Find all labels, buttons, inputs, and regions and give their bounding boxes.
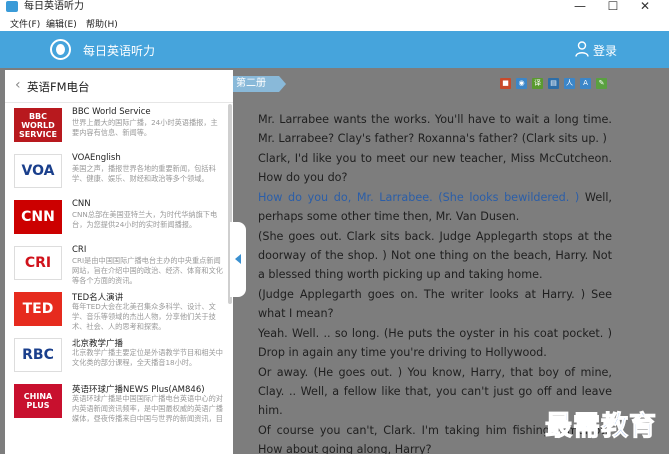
station-name: CRI <box>72 245 87 255</box>
station-description: CRI是由中国国际广播电台主办的中央重点新闻网站，旨在介绍中国的政治、经济、体育… <box>72 256 223 285</box>
title-bar: 每日英语听力 — ☐ ✕ <box>0 0 669 14</box>
close-button[interactable]: ✕ <box>633 0 657 14</box>
paragraph-text: Mr. Larrabee wants the works. You'll hav… <box>258 113 612 145</box>
paragraph-text: (She goes out. Clark sits back. Judge Ap… <box>258 230 612 281</box>
menu-file[interactable]: 文件(F) <box>10 17 40 30</box>
paragraph-text: Clark, I'd like you to meet our new teac… <box>258 152 612 184</box>
chapter-tab[interactable]: 第二册 <box>228 76 286 92</box>
paragraph-text: Yeah. Well. .. so long. (He puts the oys… <box>258 327 612 359</box>
reading-paragraph[interactable]: (She goes out. Clark sits back. Judge Ap… <box>258 227 612 284</box>
station-item[interactable]: VOA VOAEnglish 美国之声，播报世界各地的重要新闻，包括科学、健康、娱乐… <box>5 150 227 196</box>
fm-station-panel: ‹ 英语FM电台 BBC WORLD SERVICE BBC World Serv… <box>5 70 233 454</box>
station-item[interactable]: CHINA PLUS 英语环球广播NEWS Plus(AM846) 英语环球广播是中… <box>5 380 227 426</box>
translate-icon[interactable]: 译 <box>532 78 543 89</box>
station-name: BBC World Service <box>72 107 151 117</box>
station-description: 美国之声，播报世界各地的重要新闻，包括科学、健康、娱乐、财经和政治等多个领域。 <box>72 164 216 183</box>
station-item[interactable]: TED TED名人演讲 每年TED大会在北美召集众多科学、设计、文学、音乐等领域的杰… <box>5 288 227 334</box>
station-logo: CRI <box>14 246 62 280</box>
back-chevron-icon[interactable]: ‹ <box>15 77 21 93</box>
station-logo: CNN <box>14 200 62 234</box>
user-icon[interactable] <box>575 41 589 57</box>
watermark: 最需教育 <box>545 411 657 443</box>
minimize-button[interactable]: — <box>568 0 592 14</box>
film-icon[interactable]: ■ <box>500 78 511 89</box>
reading-paragraph[interactable]: How do you do, Mr. Larrabee. (She looks … <box>258 188 612 226</box>
station-description: 世界上最大的国际广播，24小时英语播报，主要内容有信息、新闻等。 <box>72 118 218 137</box>
reading-paragraph[interactable]: Yeah. Well. .. so long. (He puts the oys… <box>258 324 612 362</box>
station-name: VOAEnglish <box>72 153 121 163</box>
station-description: 北京教学广播主要定位是外语教学节目和相关中文化类的部分课程，全天播音18小时。 <box>72 348 223 367</box>
station-item[interactable]: RBC 北京教学广播 北京教学广播主要定位是外语教学节目和相关中文化类的部分课程，全… <box>5 334 227 380</box>
station-logo: BBC WORLD SERVICE <box>14 108 62 142</box>
collapse-panel-handle[interactable] <box>230 222 246 297</box>
station-description: 每年TED大会在北美召集众多科学、设计、文学、音乐等领域的杰出人物，分享他们关于… <box>72 302 216 331</box>
highlighted-sentence[interactable]: How do you do, Mr. Larrabee. (She looks … <box>258 191 579 204</box>
text-icon[interactable]: A <box>580 78 591 89</box>
app-icon <box>6 1 18 12</box>
menu-help[interactable]: 帮助(H) <box>86 17 118 30</box>
station-logo: CHINA PLUS <box>14 384 62 418</box>
station-logo: RBC <box>14 338 62 372</box>
maximize-button[interactable]: ☐ <box>601 0 625 14</box>
panel-header: ‹ 英语FM电台 <box>5 70 233 103</box>
station-item[interactable]: CNN CNN CNN总部在美国亚特兰大，为时代华纳旗下电台，为您提供24小时的实时… <box>5 196 227 242</box>
reading-text: Mr. Larrabee wants the works. You'll hav… <box>258 110 612 454</box>
station-logo: TED <box>14 292 62 326</box>
app-logo-icon <box>50 39 71 60</box>
station-item[interactable]: CRI CRI CRI是由中国国际广播电台主办的中央重点新闻网站，旨在介绍中国的政治… <box>5 242 227 288</box>
station-list: BBC WORLD SERVICE BBC World Service 世界上最大的… <box>5 104 227 454</box>
station-item[interactable]: BBC WORLD SERVICE BBC World Service 世界上最大的… <box>5 104 227 150</box>
panel-title: 英语FM电台 <box>27 80 90 94</box>
settings-icon[interactable]: ✎ <box>596 78 607 89</box>
reading-paragraph[interactable]: Mr. Larrabee wants the works. You'll hav… <box>258 110 612 148</box>
menu-edit[interactable]: 编辑(E) <box>46 17 77 30</box>
station-logo: VOA <box>14 154 62 188</box>
reading-paragraph[interactable]: (Judge Applegarth goes on. The writer lo… <box>258 285 612 323</box>
app-header: 每日英语听力 登录 <box>0 31 669 68</box>
window-title: 每日英语听力 <box>24 1 84 12</box>
station-description: CNN总部在美国亚特兰大，为时代华纳旗下电台，为您提供24小时的实时新闻播报。 <box>72 210 218 229</box>
reading-paragraph[interactable]: Clark, I'd like you to meet our new teac… <box>258 149 612 187</box>
login-button[interactable]: 登录 <box>593 42 617 59</box>
collapse-arrow-icon <box>235 254 241 264</box>
station-description: 英语环球广播是中国国际广播电台英语中心的对内英语新闻资讯频率，是中国最权威的英语… <box>72 394 223 423</box>
menu-bar: 文件(F) 编辑(E) 帮助(H) <box>0 14 669 31</box>
audio-icon[interactable]: ◉ <box>516 78 527 89</box>
person-icon[interactable]: 人 <box>564 78 575 89</box>
book-icon[interactable]: ▤ <box>548 78 559 89</box>
paragraph-text: (Judge Applegarth goes on. The writer lo… <box>258 288 612 320</box>
station-name: CNN <box>72 199 91 209</box>
app-name: 每日英语听力 <box>83 44 156 58</box>
